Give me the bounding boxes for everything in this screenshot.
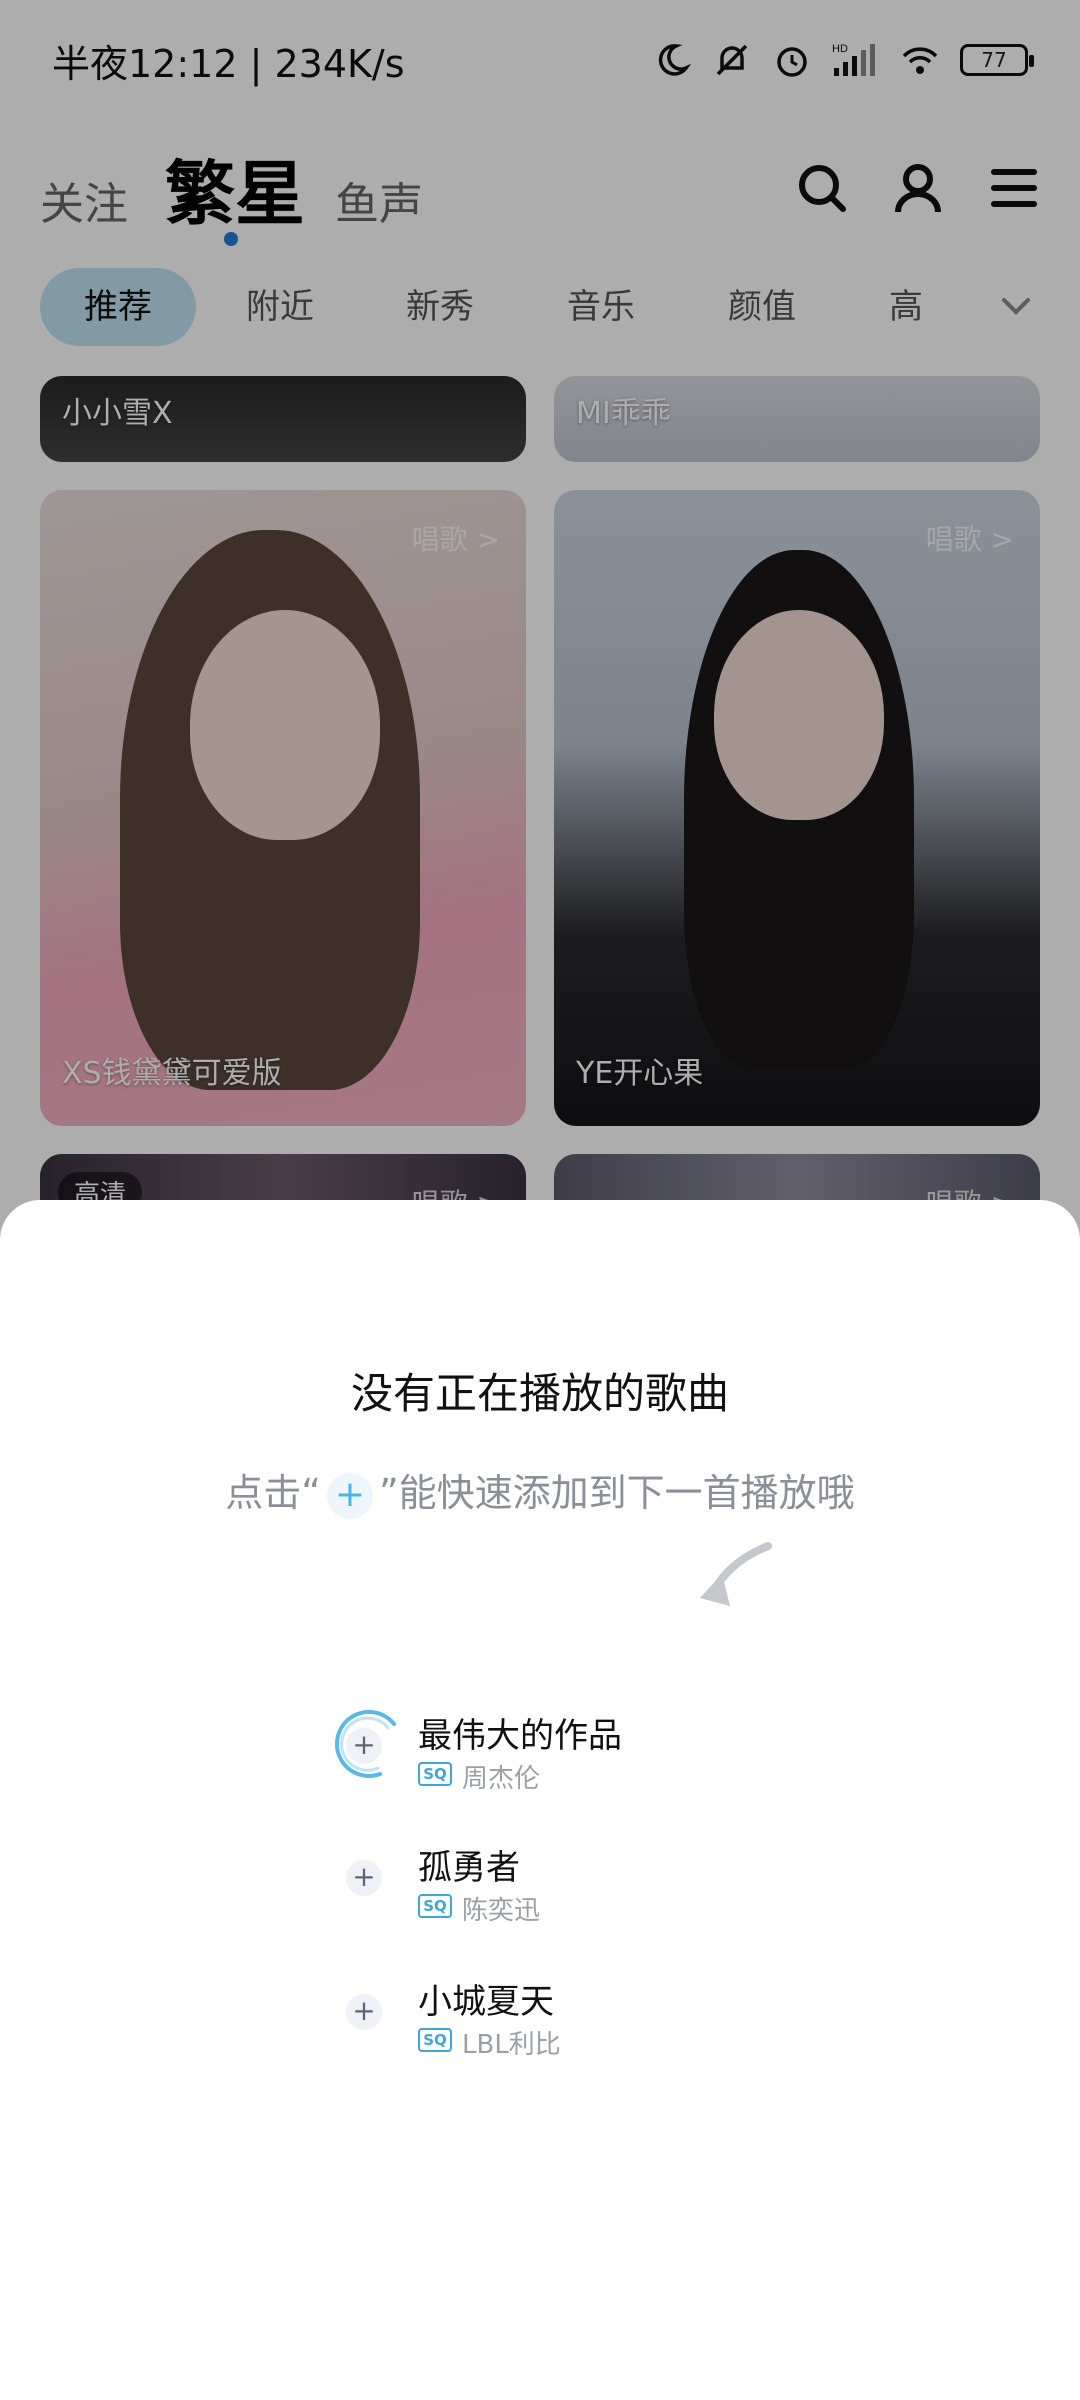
song-title: 小城夏天 xyxy=(418,1982,554,2022)
plus-icon: + xyxy=(326,1472,373,1519)
song-artist: LBL利比 xyxy=(462,2030,561,2060)
song-artist: 陈奕迅 xyxy=(462,1896,541,1926)
song-title: 最伟大的作品 xyxy=(418,1716,622,1756)
song-item[interactable]: + 最伟大的作品 SQ 周杰伦 xyxy=(320,1700,920,1800)
song-item[interactable]: + 小城夏天 SQ LBL利比 xyxy=(320,1966,920,2066)
hint-suffix: ”能快速添加到下一首播放哦 xyxy=(378,1471,855,1515)
song-artist: 周杰伦 xyxy=(462,1764,541,1794)
song-title: 孤勇者 xyxy=(418,1848,520,1888)
empty-playlist-title: 没有正在播放的歌曲 xyxy=(350,1369,729,1418)
add-to-next-button[interactable]: + xyxy=(346,1994,382,2030)
add-to-next-button[interactable]: + xyxy=(346,1860,382,1896)
playlist-bottom-sheet: 没有正在播放的歌曲 点击“ + ”能快速添加到下一首播放哦 + 最伟大的作品 SQ … xyxy=(0,1200,1080,2400)
sq-quality-badge: SQ xyxy=(418,1762,452,1786)
add-to-next-button[interactable]: + xyxy=(346,1728,382,1764)
song-item[interactable]: + 孤勇者 SQ 陈奕迅 xyxy=(320,1832,920,1932)
add-song-hint: 点击“ + ”能快速添加到下一首播放哦 xyxy=(0,1462,1080,1519)
sq-quality-badge: SQ xyxy=(418,2028,452,2052)
curved-arrow-icon xyxy=(700,1542,772,1606)
hint-prefix: 点击“ xyxy=(225,1471,321,1515)
sq-quality-badge: SQ xyxy=(418,1894,452,1918)
